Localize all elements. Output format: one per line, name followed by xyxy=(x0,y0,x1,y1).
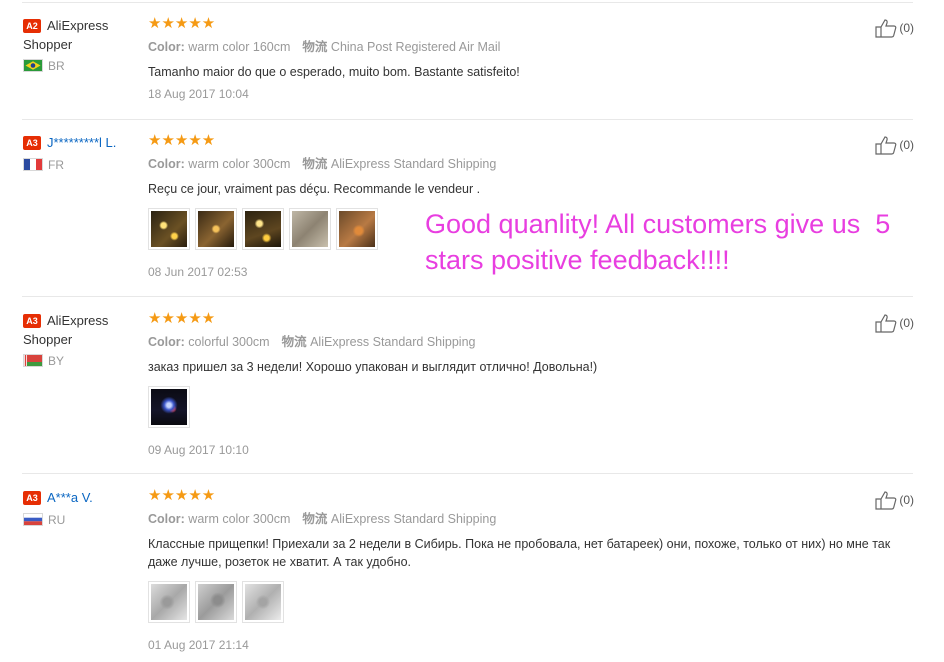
feedback-text: Tamanho maior do que o esperado, muito b… xyxy=(148,65,520,79)
review-date: 18 Aug 2017 10:04 xyxy=(148,87,249,101)
star-rating: ★★★★★ xyxy=(148,15,216,32)
shipping-value: AliExpress Standard Shipping xyxy=(330,512,497,526)
reviewer-name[interactable]: J*********l L. xyxy=(47,135,116,150)
country-code: FR xyxy=(48,158,64,172)
color-label: Color: xyxy=(148,335,185,349)
star-rating: ★★★★★ xyxy=(148,310,216,327)
review-content: ★★★★★ Color: warm color 160cm 物流 China Po… xyxy=(148,16,918,102)
shipping-label: 物流 xyxy=(281,335,307,349)
review-photo-thumbnail[interactable] xyxy=(289,208,331,250)
reviewer-info: A3 J*********l L. FR xyxy=(23,133,143,172)
review-photo-thumbnail[interactable] xyxy=(242,208,284,250)
buyer-level-badge: A2 xyxy=(23,19,41,33)
review-photo-thumbnail[interactable] xyxy=(148,581,190,623)
reviewer-info: A3 A***a V. RU xyxy=(23,488,143,527)
shipping-label: 物流 xyxy=(302,40,328,54)
promo-overlay-text: Good quanlity! All customers give us 5 s… xyxy=(425,206,935,278)
review-content: ★★★★★ Color: warm color 300cm 物流 AliExpre… xyxy=(148,488,918,653)
color-label: Color: xyxy=(148,40,185,54)
shipping-value: AliExpress Standard Shipping xyxy=(310,335,476,349)
thumbs-up-icon xyxy=(875,19,897,38)
buyer-level-badge: A3 xyxy=(23,136,41,150)
helpful-count: (0) xyxy=(899,138,914,152)
color-value: warm color 160cm xyxy=(188,40,291,54)
feedback-text: Reçu ce jour, vraiment pas déçu. Recomma… xyxy=(148,182,481,196)
review-date: 01 Aug 2017 21:14 xyxy=(148,638,249,652)
order-info: Color: colorful 300cm 物流 AliExpress Stand… xyxy=(148,334,918,351)
reviewer-country: BR xyxy=(23,59,143,73)
helpful-button[interactable]: (0) xyxy=(875,135,914,155)
order-info: Color: warm color 160cm 物流 China Post Reg… xyxy=(148,39,918,56)
shipping-label: 物流 xyxy=(302,512,328,526)
review-photo-thumbnail[interactable] xyxy=(148,386,190,428)
review-divider xyxy=(22,296,913,297)
review-photos xyxy=(148,581,918,623)
reviewer-country: RU xyxy=(23,513,143,527)
color-label: Color: xyxy=(148,512,185,526)
review-divider xyxy=(22,473,913,474)
buyer-level-badge: A3 xyxy=(23,314,41,328)
star-rating: ★★★★★ xyxy=(148,132,216,149)
review-photo-thumbnail[interactable] xyxy=(148,208,190,250)
review-photos xyxy=(148,386,918,428)
review-photo-thumbnail[interactable] xyxy=(195,581,237,623)
color-value: colorful 300cm xyxy=(188,335,270,349)
feedback-text: Классные прищепки! Приехали за 2 недели … xyxy=(148,537,891,569)
helpful-button[interactable]: (0) xyxy=(875,313,914,333)
buyer-level-badge: A3 xyxy=(23,491,41,505)
helpful-count: (0) xyxy=(899,316,914,330)
country-code: BR xyxy=(48,59,65,73)
russia-flag-icon xyxy=(23,513,43,526)
promo-line-1: Good quanlity! All customers give us 5 xyxy=(425,209,891,239)
helpful-button[interactable]: (0) xyxy=(875,18,914,38)
thumbs-up-icon xyxy=(875,136,897,155)
review-content: ★★★★★ Color: colorful 300cm 物流 AliExpress… xyxy=(148,311,918,458)
thumbs-up-icon xyxy=(875,491,897,510)
reviewer-info: A3 AliExpress Shopper BY xyxy=(23,311,143,368)
color-label: Color: xyxy=(148,157,185,171)
reviewer-country: FR xyxy=(23,158,143,172)
promo-line-2: stars positive feedback!!!! xyxy=(425,245,730,275)
helpful-button[interactable]: (0) xyxy=(875,490,914,510)
color-value: warm color 300cm xyxy=(188,512,291,526)
france-flag-icon xyxy=(23,158,43,171)
thumbs-up-icon xyxy=(875,314,897,333)
review-divider xyxy=(22,119,913,120)
shipping-value: AliExpress Standard Shipping xyxy=(330,157,497,171)
belarus-flag-icon xyxy=(23,354,43,367)
review-date: 09 Aug 2017 10:10 xyxy=(148,443,249,457)
review-photo-thumbnail[interactable] xyxy=(336,208,378,250)
country-code: RU xyxy=(48,513,66,527)
helpful-count: (0) xyxy=(899,21,914,35)
feedback-text: заказ пришел за 3 недели! Хорошо упакова… xyxy=(148,360,598,374)
helpful-count: (0) xyxy=(899,493,914,507)
star-rating: ★★★★★ xyxy=(148,487,216,504)
reviewer-country: BY xyxy=(23,354,143,368)
reviewer-name[interactable]: A***a V. xyxy=(47,490,93,505)
color-value: warm color 300cm xyxy=(188,157,291,171)
shipping-value: China Post Registered Air Mail xyxy=(330,40,501,54)
shipping-label: 物流 xyxy=(302,157,328,171)
brazil-flag-icon xyxy=(23,59,43,72)
review-photo-thumbnail[interactable] xyxy=(195,208,237,250)
reviewer-info: A2 AliExpress Shopper BR xyxy=(23,16,143,73)
order-info: Color: warm color 300cm 物流 AliExpress Sta… xyxy=(148,156,918,173)
review-photo-thumbnail[interactable] xyxy=(242,581,284,623)
order-info: Color: warm color 300cm 物流 AliExpress Sta… xyxy=(148,511,918,528)
country-code: BY xyxy=(48,354,65,368)
top-divider xyxy=(22,2,913,3)
